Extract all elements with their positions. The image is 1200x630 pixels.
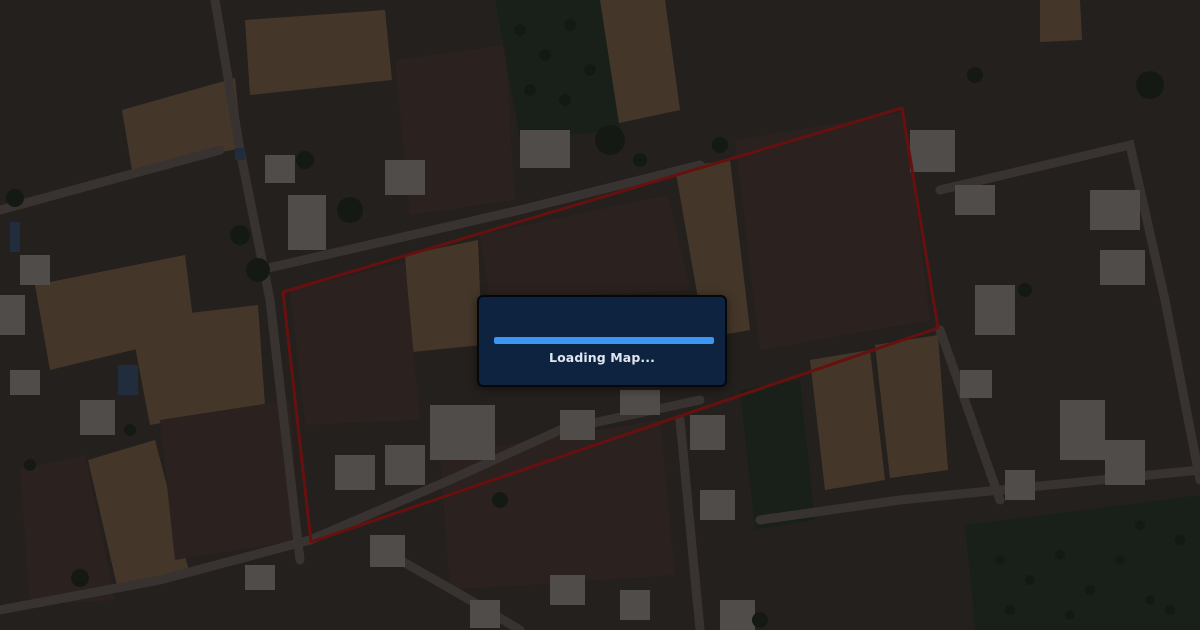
loading-dialog: Loading Map...: [477, 295, 727, 387]
loading-progress-bar: [494, 337, 714, 344]
loading-progress-track: [494, 337, 714, 344]
loading-label: Loading Map...: [549, 350, 655, 365]
